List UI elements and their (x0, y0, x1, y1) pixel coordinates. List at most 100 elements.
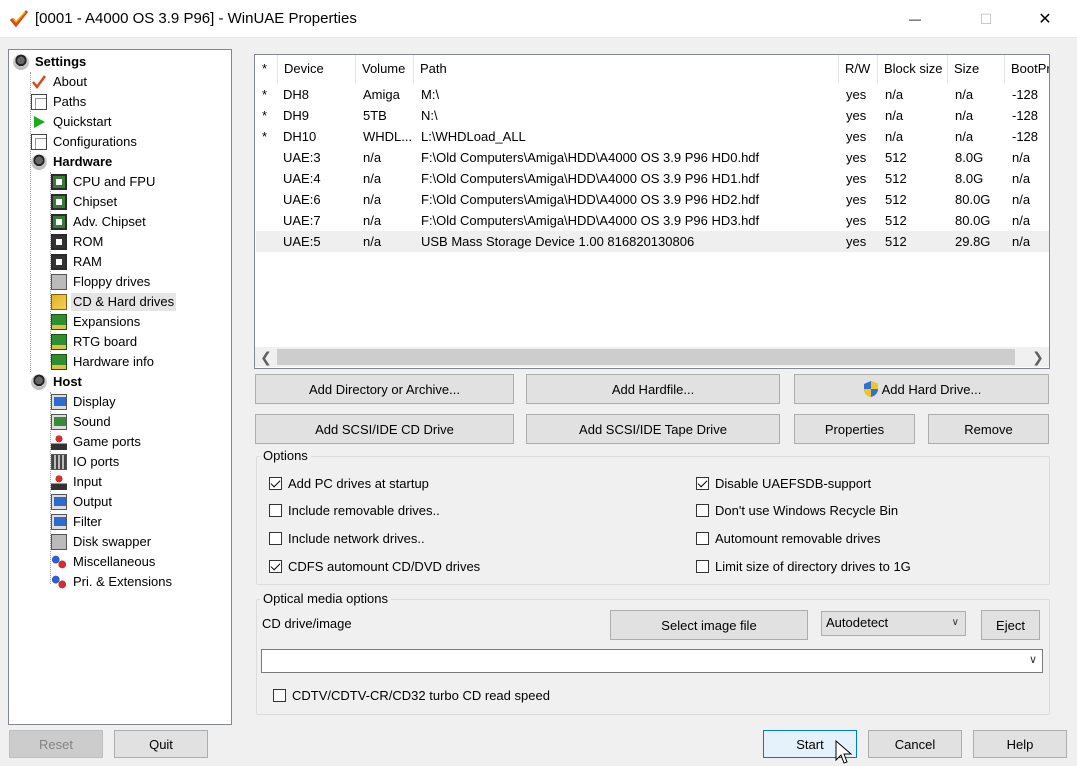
tree-rom[interactable]: ROM (51, 233, 105, 251)
cell-star (262, 231, 276, 252)
add-pc-drives-checkbox[interactable]: Add PC drives at startup (269, 474, 429, 492)
disk-icon (31, 374, 47, 390)
cd-mode-select[interactable]: Autodetect ∨ (821, 611, 966, 636)
column-header-volume[interactable]: Volume (356, 55, 414, 83)
turbo-cd-checkbox[interactable]: CDTV/CDTV-CR/CD32 turbo CD read speed (273, 686, 550, 704)
checkbox-box[interactable] (696, 503, 709, 517)
tree-quickstart[interactable]: Quickstart (31, 113, 114, 131)
cell-size: 80.0G (955, 192, 991, 207)
scroll-right-icon[interactable]: ❯ (1030, 348, 1046, 366)
row-uae4[interactable]: UAE:4 n/a F:\Old Computers\Amiga\HDD\A4000… (256, 168, 1049, 189)
tree-display[interactable]: Display (51, 393, 118, 411)
row-dh9[interactable]: * DH9 5TB N:\ yes n/a n/a -128 (256, 105, 1049, 126)
maximize-button[interactable]: ☐ (963, 0, 1009, 38)
column-header-bootpri[interactable]: BootPri (1005, 55, 1049, 83)
row-uae6[interactable]: UAE:6 n/a F:\Old Computers\Amiga\HDD\A4000… (256, 189, 1049, 210)
cell-volume: 5TB (363, 108, 387, 123)
settings-tree[interactable]: Settings About Paths Quickstart Configur… (8, 49, 232, 725)
remove-button[interactable]: Remove (928, 414, 1049, 444)
help-button[interactable]: Help (973, 730, 1067, 758)
select-image-button[interactable]: Select image file (610, 610, 808, 640)
row-dh8[interactable]: * DH8 Amiga M:\ yes n/a n/a -128 (256, 84, 1049, 105)
checkbox-box[interactable] (696, 559, 709, 573)
maximize-icon: ☐ (979, 10, 993, 27)
tree-miscellaneous[interactable]: Miscellaneous (51, 553, 157, 571)
cd-drive-label: CD drive/image (262, 616, 352, 631)
row-dh10[interactable]: * DH10 WHDL... L:\WHDLoad_ALL yes n/a n/a -128 (256, 126, 1049, 147)
chevron-down-icon[interactable]: ∨ (1029, 653, 1037, 666)
column-header-device[interactable]: Device (278, 55, 356, 83)
row-uae5[interactable]: UAE:5 n/a USB Mass Storage Device 1.00 816… (256, 231, 1049, 252)
add-directory-button[interactable]: Add Directory or Archive... (255, 374, 514, 404)
tree-pri-extensions[interactable]: Pri. & Extensions (51, 573, 174, 591)
scroll-left-icon[interactable]: ❮ (258, 348, 274, 366)
cdfs-automount-checkbox[interactable]: CDFS automount CD/DVD drives (269, 557, 480, 575)
disk-swapper-icon (51, 534, 67, 550)
input-joystick-icon (51, 474, 67, 490)
tree-hardware-info[interactable]: Hardware info (51, 353, 156, 371)
include-network-checkbox[interactable]: Include network drives.. (269, 529, 425, 547)
tree-io-ports[interactable]: IO ports (51, 453, 121, 471)
tree-hardware[interactable]: Hardware (31, 153, 114, 171)
tree-chipset[interactable]: Chipset (51, 193, 119, 211)
add-scsi-tape-button[interactable]: Add SCSI/IDE Tape Drive (526, 414, 780, 444)
reset-button[interactable]: Reset (9, 730, 103, 758)
column-header-size[interactable]: Size (948, 55, 1005, 83)
checkbox-box[interactable] (269, 559, 282, 573)
tree-expansions[interactable]: Expansions (51, 313, 142, 331)
no-recycle-bin-checkbox[interactable]: Don't use Windows Recycle Bin (696, 501, 898, 519)
column-header-block-size[interactable]: Block size (878, 55, 948, 83)
tree-disk-swapper[interactable]: Disk swapper (51, 533, 153, 551)
tree-sound[interactable]: Sound (51, 413, 113, 431)
column-header-rw[interactable]: R/W (839, 55, 878, 83)
tree-about[interactable]: About (31, 73, 89, 91)
limit-dir-size-checkbox[interactable]: Limit size of directory drives to 1G (696, 557, 911, 575)
tree-floppy-drives[interactable]: Floppy drives (51, 273, 152, 291)
row-uae3[interactable]: UAE:3 n/a F:\Old Computers\Amiga\HDD\A4000… (256, 147, 1049, 168)
quit-button[interactable]: Quit (114, 730, 208, 758)
checkbox-box[interactable] (269, 503, 282, 517)
cell-size: 8.0G (955, 171, 984, 186)
automount-removable-checkbox[interactable]: Automount removable drives (696, 529, 880, 547)
close-button[interactable]: ✕ (1022, 0, 1068, 38)
scrollbar-thumb[interactable] (277, 349, 1015, 365)
tree-adv-chipset[interactable]: Adv. Chipset (51, 213, 148, 231)
cancel-button[interactable]: Cancel (868, 730, 962, 758)
tree-settings[interactable]: Settings (13, 53, 88, 71)
add-hard-drive-button[interactable]: Add Hard Drive... (794, 374, 1049, 404)
cd-image-path-combo[interactable]: ∨ (261, 649, 1043, 673)
checkbox-box[interactable] (696, 531, 709, 545)
tree-paths[interactable]: Paths (31, 93, 88, 111)
tree-output[interactable]: Output (51, 493, 114, 511)
add-hardfile-button[interactable]: Add Hardfile... (526, 374, 780, 404)
column-header-path[interactable]: Path (414, 55, 839, 83)
tree-cpu-fpu[interactable]: CPU and FPU (51, 173, 157, 191)
device-list[interactable]: * Device Volume Path R/W Block size Size… (254, 54, 1050, 369)
cell-path: F:\Old Computers\Amiga\HDD\A4000 OS 3.9 … (421, 171, 760, 186)
checkbox-box[interactable] (269, 531, 282, 545)
tree-host[interactable]: Host (31, 373, 84, 391)
checkbox-box[interactable] (269, 476, 282, 490)
tree-input[interactable]: Input (51, 473, 104, 491)
row-uae7[interactable]: UAE:7 n/a F:\Old Computers\Amiga\HDD\A4000… (256, 210, 1049, 231)
minimize-button[interactable]: — (892, 0, 938, 38)
tree-ram[interactable]: RAM (51, 253, 104, 271)
checkbox-box[interactable] (696, 476, 709, 490)
tree-filter[interactable]: Filter (51, 513, 104, 531)
tree-game-ports[interactable]: Game ports (51, 433, 143, 451)
checkmark-icon (32, 75, 47, 90)
add-scsi-cd-button[interactable]: Add SCSI/IDE CD Drive (255, 414, 514, 444)
tree-configurations[interactable]: Configurations (31, 133, 139, 151)
cell-block-size: n/a (885, 108, 904, 123)
cell-block-size: n/a (885, 87, 904, 102)
properties-button[interactable]: Properties (794, 414, 915, 444)
cell-size: 8.0G (955, 150, 984, 165)
disable-uaefsdb-checkbox[interactable]: Disable UAEFSDB-support (696, 474, 871, 492)
chip-icon (51, 214, 67, 230)
eject-button[interactable]: Eject (981, 610, 1040, 640)
tree-rtg-board[interactable]: RTG board (51, 333, 139, 351)
column-header-star[interactable]: * (256, 55, 278, 83)
checkbox-box[interactable] (273, 688, 286, 702)
tree-cd-hard-drives[interactable]: CD & Hard drives (51, 293, 177, 311)
include-removable-checkbox[interactable]: Include removable drives.. (269, 501, 440, 519)
